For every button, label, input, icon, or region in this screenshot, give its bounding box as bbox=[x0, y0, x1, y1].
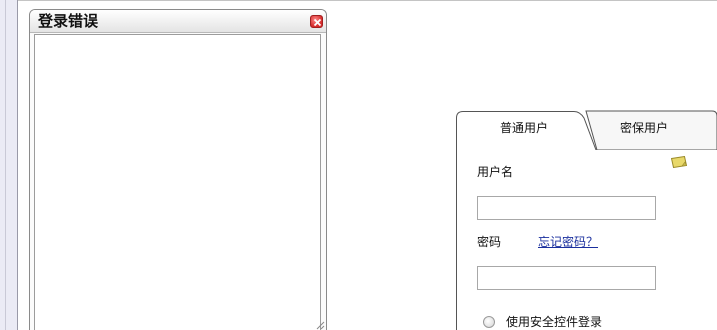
dialog-title: 登录错误 bbox=[38, 12, 99, 30]
close-icon bbox=[313, 18, 322, 27]
username-label: 用户名 bbox=[477, 165, 514, 179]
note-icon[interactable] bbox=[671, 156, 687, 168]
security-control-label: 使用安全控件登录 bbox=[506, 315, 603, 329]
login-error-dialog: 登录错误 bbox=[29, 9, 327, 330]
page: 登录错误 普通用户 密保用户 用户名 密码 忘记密码？ 使用安全控件登录 bbox=[0, 0, 717, 330]
close-button[interactable] bbox=[310, 15, 323, 28]
resize-grip-icon[interactable] bbox=[315, 320, 325, 330]
password-input[interactable] bbox=[477, 266, 656, 290]
password-label: 密码 bbox=[477, 235, 502, 249]
tab-normal-user-label: 普通用户 bbox=[500, 121, 549, 135]
tab-protected-user-label: 密保用户 bbox=[620, 121, 669, 135]
login-form: 用户名 密码 忘记密码？ 使用安全控件登录 bbox=[456, 150, 717, 330]
dialog-header[interactable]: 登录错误 bbox=[30, 10, 326, 33]
dialog-content bbox=[34, 34, 321, 330]
login-panel: 普通用户 密保用户 用户名 密码 忘记密码？ 使用安全控件登录 bbox=[456, 110, 717, 330]
tab-protected-user[interactable]: 密保用户 bbox=[592, 110, 717, 148]
frame-left-border bbox=[0, 0, 18, 330]
username-input[interactable] bbox=[477, 196, 656, 220]
security-control-radio[interactable] bbox=[483, 316, 495, 328]
frame-top-border bbox=[18, 0, 717, 1]
tab-normal-user[interactable]: 普通用户 bbox=[456, 110, 592, 148]
forgot-password-link[interactable]: 忘记密码？ bbox=[538, 235, 598, 249]
